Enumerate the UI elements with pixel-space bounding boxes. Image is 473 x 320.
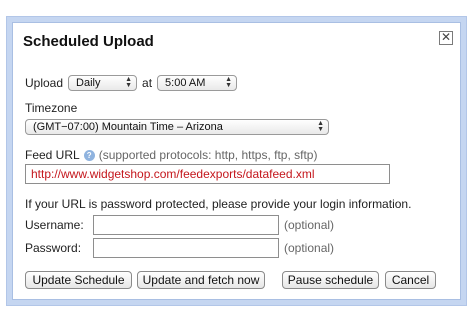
feed-url-label-row: Feed URL ? (supported protocols: http, h… xyxy=(25,148,317,162)
auth-instructions-row: If your URL is password protected, pleas… xyxy=(25,197,411,211)
timezone-label: Timezone xyxy=(25,101,78,115)
feed-url-input[interactable] xyxy=(25,164,390,184)
username-input[interactable] xyxy=(93,215,279,235)
timezone-label-row: Timezone xyxy=(25,101,77,115)
username-label: Username: xyxy=(25,218,84,232)
upload-label: Upload xyxy=(25,76,64,90)
timezone-value: (GMT−07:00) Mountain Time – Arizona xyxy=(33,121,223,133)
timezone-select-row: (GMT−07:00) Mountain Time – Arizona ▲ ▼ xyxy=(25,119,329,135)
upload-time-value: 5:00 AM xyxy=(165,77,206,89)
chevron-updown-icon: ▲ ▼ xyxy=(125,76,133,89)
feed-url-input-row xyxy=(25,164,390,184)
cancel-button[interactable]: Cancel xyxy=(385,271,436,289)
password-optional-hint: (optional) xyxy=(284,241,335,255)
update-and-fetch-button[interactable]: Update and fetch now xyxy=(137,271,265,289)
upload-row: Upload Daily ▲ ▼ at 5:00 AM ▲ ▼ xyxy=(25,75,238,91)
update-schedule-button[interactable]: Update Schedule xyxy=(25,271,132,289)
upload-frequency-value: Daily xyxy=(76,77,101,89)
dialog-title: Scheduled Upload xyxy=(23,33,154,50)
upload-frequency-select[interactable]: Daily ▲ ▼ xyxy=(68,75,138,91)
password-row: Password: (optional) xyxy=(25,238,334,258)
password-label: Password: xyxy=(25,241,82,255)
timezone-select[interactable]: (GMT−07:00) Mountain Time – Arizona ▲ ▼ xyxy=(25,119,329,135)
protocols-hint: (supported protocols: http, https, ftp, … xyxy=(98,148,318,162)
username-row: Username: (optional) xyxy=(25,215,334,235)
chevron-updown-icon: ▲ ▼ xyxy=(225,76,233,89)
auth-instructions: If your URL is password protected, pleas… xyxy=(25,197,412,211)
at-label: at xyxy=(142,76,153,90)
upload-time-select[interactable]: 5:00 AM ▲ ▼ xyxy=(157,75,238,91)
feed-url-label: Feed URL xyxy=(25,148,80,162)
scheduled-upload-dialog: Scheduled Upload ✕ Upload Daily ▲ ▼ at 5:… xyxy=(12,22,461,300)
username-optional-hint: (optional) xyxy=(284,218,335,232)
pause-schedule-button[interactable]: Pause schedule xyxy=(282,271,379,289)
password-input[interactable] xyxy=(93,238,279,258)
help-icon[interactable]: ? xyxy=(83,149,95,161)
chevron-updown-icon: ▲ ▼ xyxy=(317,120,324,133)
close-icon[interactable]: ✕ xyxy=(439,31,453,45)
